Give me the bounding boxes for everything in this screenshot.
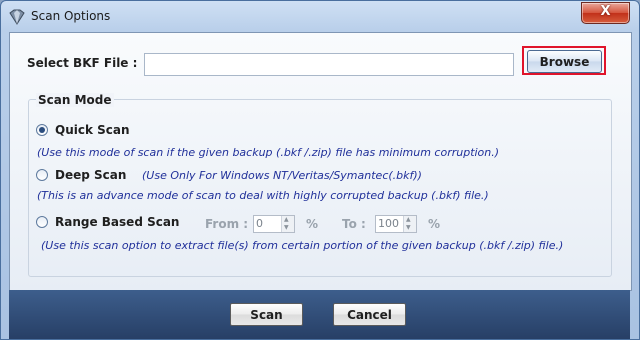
to-value: 100	[378, 217, 399, 230]
title-bar[interactable]: Scan Options X	[1, 1, 639, 33]
from-label: From :	[205, 217, 249, 231]
deep-scan-note: (Use Only For Windows NT/Veritas/Symante…	[142, 169, 422, 182]
cancel-button[interactable]: Cancel	[333, 303, 406, 326]
range-scan-description: (Use this scan option to extract file(s)…	[41, 239, 564, 252]
close-button[interactable]: X	[581, 2, 630, 24]
scan-options-window: Scan Options X Select BKF File : Browse …	[0, 0, 640, 340]
spin-down-icon[interactable]: ▼	[406, 224, 411, 232]
spin-up-icon[interactable]: ▲	[284, 216, 289, 224]
from-value: 0	[256, 217, 263, 230]
close-icon: X	[600, 4, 611, 19]
window-title: Scan Options	[31, 9, 111, 23]
to-spinner[interactable]: 100 ▲ ▼	[375, 215, 417, 233]
app-icon	[9, 9, 25, 25]
spin-up-icon[interactable]: ▲	[406, 216, 411, 224]
from-spin-buttons[interactable]: ▲ ▼	[281, 216, 294, 232]
scan-mode-title: Scan Mode	[36, 93, 114, 107]
select-bkf-label: Select BKF File :	[27, 56, 138, 70]
deep-scan-description: (This is an advance mode of scan to deal…	[37, 189, 489, 202]
button-bar: Scan Cancel	[9, 290, 630, 339]
to-label: To :	[342, 217, 366, 231]
deep-scan-radio[interactable]	[36, 169, 48, 181]
to-unit: %	[428, 217, 441, 231]
to-spin-buttons[interactable]: ▲ ▼	[403, 216, 416, 232]
range-scan-radio[interactable]	[36, 216, 48, 228]
range-scan-label[interactable]: Range Based Scan	[55, 215, 179, 229]
from-spinner[interactable]: 0 ▲ ▼	[253, 215, 295, 233]
client-area: Select BKF File : Browse Scan Mode Quick…	[9, 32, 632, 291]
quick-scan-description: (Use this mode of scan if the given back…	[37, 146, 500, 159]
browse-button[interactable]: Browse	[527, 50, 602, 73]
deep-scan-label[interactable]: Deep Scan	[55, 168, 126, 182]
from-unit: %	[306, 217, 319, 231]
scan-button[interactable]: Scan	[230, 303, 303, 326]
quick-scan-radio[interactable]	[36, 124, 48, 136]
spin-down-icon[interactable]: ▼	[284, 224, 289, 232]
bkf-file-input[interactable]	[144, 53, 514, 76]
quick-scan-label[interactable]: Quick Scan	[55, 123, 130, 137]
